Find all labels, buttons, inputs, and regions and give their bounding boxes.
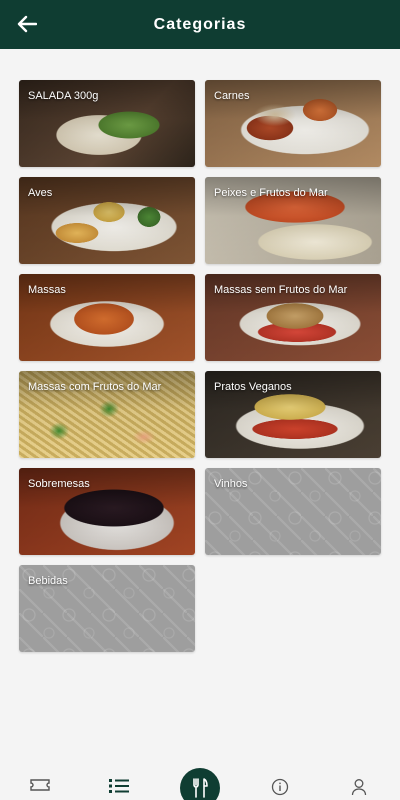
category-label: Massas sem Frutos do Mar: [214, 284, 348, 296]
category-card-aves[interactable]: Aves: [19, 177, 195, 264]
category-label: Vinhos: [214, 478, 248, 490]
category-card-bebidas[interactable]: Bebidas: [19, 565, 195, 652]
category-card-massas-com-frutos[interactable]: Massas com Frutos do Mar: [19, 371, 195, 458]
page-title: Categorias: [153, 15, 247, 33]
category-label: Aves: [28, 187, 53, 199]
cutlery-icon: [193, 778, 208, 798]
category-card-sobremesas[interactable]: Sobremesas: [19, 468, 195, 555]
nav-menu-button[interactable]: [180, 768, 220, 800]
category-card-massas[interactable]: Massas: [19, 274, 195, 361]
category-label: Carnes: [214, 90, 250, 102]
ticket-icon: [30, 779, 50, 791]
category-label: Bebidas: [28, 575, 68, 587]
nav-profile[interactable]: [344, 778, 374, 800]
category-label: SALADA 300g: [28, 90, 99, 102]
info-icon: [271, 778, 289, 796]
app-header: Categorias: [0, 0, 400, 49]
category-card-veganos[interactable]: Pratos Veganos: [205, 371, 381, 458]
arrow-left-icon: [17, 15, 37, 33]
category-grid: SALADA 300g Carnes Aves Peixes e Frutos …: [19, 80, 381, 652]
back-button[interactable]: [12, 10, 42, 38]
category-card-salada[interactable]: SALADA 300g: [19, 80, 195, 167]
user-icon: [351, 779, 367, 796]
nav-info[interactable]: [265, 778, 295, 800]
category-label: Pratos Veganos: [214, 381, 292, 393]
category-card-carnes[interactable]: Carnes: [205, 80, 381, 167]
category-label: Massas: [28, 284, 66, 296]
category-label: Sobremesas: [28, 478, 90, 490]
nav-categories[interactable]: [104, 778, 134, 800]
category-label: Peixes e Frutos do Mar: [214, 187, 328, 199]
nav-tickets[interactable]: [25, 778, 55, 800]
list-icon: [109, 779, 129, 793]
category-label: Massas com Frutos do Mar: [28, 381, 162, 393]
category-card-massas-sem-frutos[interactable]: Massas sem Frutos do Mar: [205, 274, 381, 361]
category-card-peixes[interactable]: Peixes e Frutos do Mar: [205, 177, 381, 264]
bottom-navigation: [0, 768, 400, 800]
category-card-vinhos[interactable]: Vinhos: [205, 468, 381, 555]
